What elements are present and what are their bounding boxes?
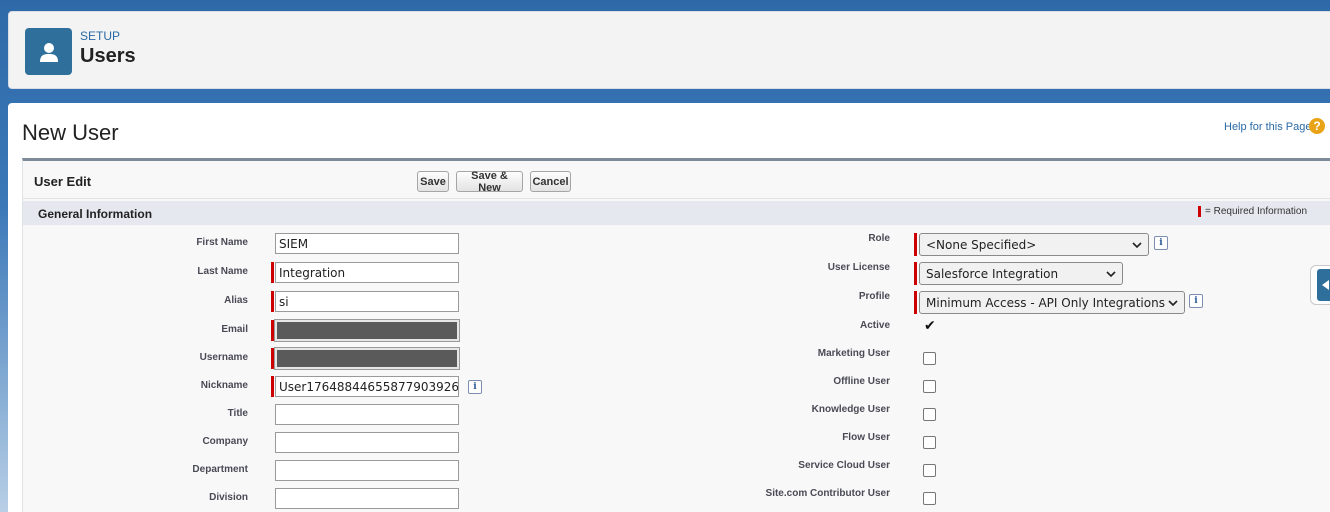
main-panel: New User Help for this Page ? User Edit … [8,103,1330,512]
service-cloud-user-checkbox[interactable] [923,464,936,477]
active-label: Active [859,320,890,331]
required-indicator [914,262,917,285]
setup-header: SETUP Users [8,11,1330,89]
help-icon[interactable]: ? [1309,118,1325,134]
cancel-button[interactable]: Cancel [530,171,571,192]
save-button[interactable]: Save [417,171,449,192]
active-checkbox[interactable]: ✔ [924,318,936,334]
site-contributor-user-checkbox[interactable] [923,492,936,505]
chevron-down-icon [1132,238,1142,252]
role-select[interactable]: <None Specified> [919,233,1149,256]
user-edit-block: User Edit Save Save & New Cancel General… [22,158,1330,512]
required-legend: = Required Information [1198,206,1307,217]
profile-select[interactable]: Minimum Access - API Only Integrations [919,291,1185,314]
save-and-new-button[interactable]: Save & New [456,170,523,194]
section-title: General Information [38,207,153,221]
setup-eyebrow-link[interactable]: SETUP [80,29,120,43]
page-heading: Users [80,45,136,67]
profile-select-value: Minimum Access - API Only Integrations [926,295,1165,310]
service-cloud-user-label: Service Cloud User [798,460,890,471]
help-link[interactable]: Help for this Page [1224,121,1311,133]
site-contributor-user-label: Site.com Contributor User [765,488,890,499]
profile-label: Profile [858,291,890,302]
chevron-down-icon [1168,296,1178,310]
offline-user-label: Offline User [833,376,890,387]
marketing-user-checkbox[interactable] [923,352,936,365]
page-title: New User [22,120,119,145]
offline-user-checkbox[interactable] [923,380,936,393]
required-legend-text: = Required Information [1205,206,1308,217]
chevron-left-icon [1317,269,1330,301]
marketing-user-label: Marketing User [817,348,890,359]
knowledge-user-label: Knowledge User [811,404,890,415]
required-indicator [914,233,917,256]
info-icon[interactable]: i [1189,294,1203,308]
section-header: General Information = Required Informati… [23,201,1330,225]
role-label: Role [868,233,890,244]
block-title: User Edit [34,174,92,189]
required-indicator [1198,206,1201,217]
user-icon [25,28,72,75]
flow-user-label: Flow User [842,432,890,443]
role-select-value: <None Specified> [926,237,1037,252]
user-license-select[interactable]: Salesforce Integration [919,262,1123,285]
info-icon[interactable]: i [1154,236,1168,250]
knowledge-user-checkbox[interactable] [923,408,936,421]
required-indicator [914,291,917,314]
block-header: User Edit Save Save & New Cancel [23,161,1330,199]
flow-user-checkbox[interactable] [923,436,936,449]
user-license-label: User License [827,262,890,273]
chevron-down-icon [1106,267,1116,281]
side-panel-toggle[interactable] [1310,265,1330,305]
user-license-select-value: Salesforce Integration [926,266,1059,281]
